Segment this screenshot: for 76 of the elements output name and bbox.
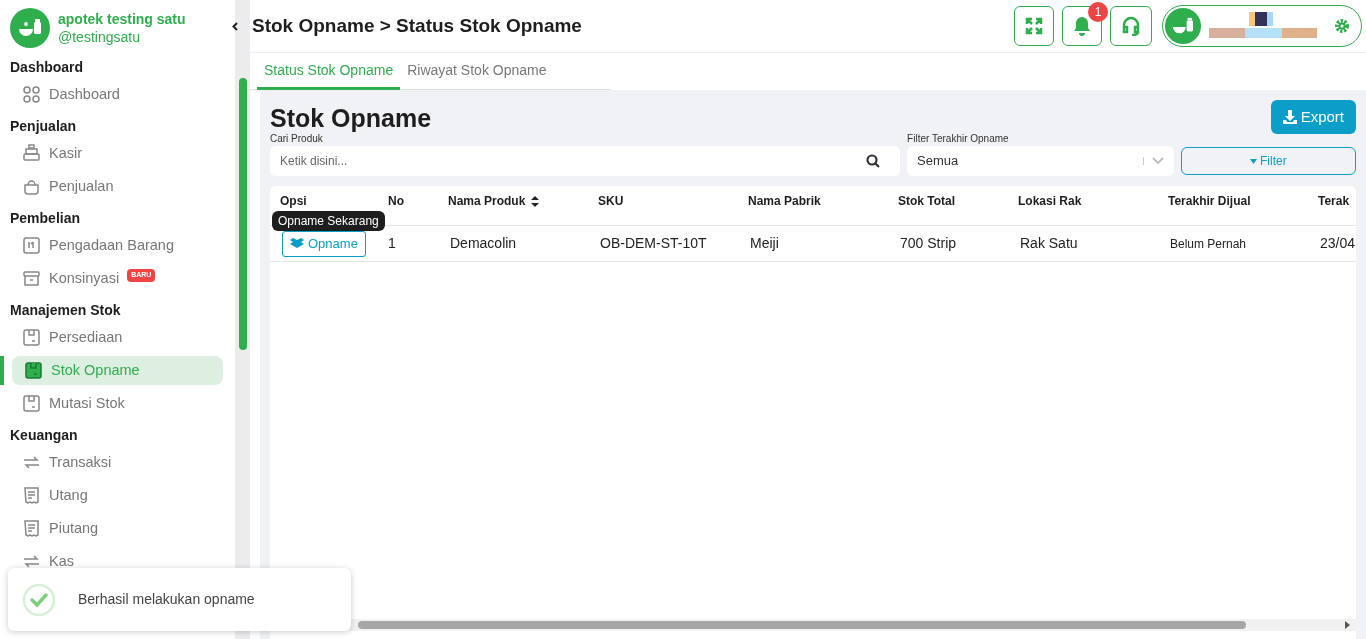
receipt-icon xyxy=(22,519,41,538)
box-icon xyxy=(22,394,41,413)
notification-count: 1 xyxy=(1088,2,1108,22)
nav-item[interactable]: Dashboard xyxy=(10,80,225,109)
column-header: Terak xyxy=(1318,193,1351,210)
table-cell-text: 700 Strip xyxy=(899,234,958,253)
box-icon xyxy=(22,328,41,347)
table-cell-text: Rak Satu xyxy=(1019,234,1079,253)
nav-item[interactable]: Piutang xyxy=(10,514,225,543)
scroll-right-icon[interactable] xyxy=(1345,621,1350,629)
column-header: No xyxy=(388,193,405,210)
page-title: Stok Opname > Status Stok Opname xyxy=(252,13,583,38)
table-cell-text: Belum Pernah xyxy=(1169,235,1248,253)
active-indicator xyxy=(0,356,4,385)
column-header: Nama Produk xyxy=(448,192,598,210)
profile-avatar xyxy=(1165,8,1201,44)
nav-section-title: Penjualan xyxy=(10,117,78,136)
fullscreen-button[interactable] xyxy=(1014,6,1054,46)
table-cell-text: Meiji xyxy=(749,234,780,253)
box-icon xyxy=(24,361,43,380)
opname-button[interactable]: Opname xyxy=(282,230,366,257)
filter-label: Filter Terakhir Opname xyxy=(907,132,1010,146)
grid-icon xyxy=(22,85,41,104)
cash-register-icon xyxy=(22,144,41,163)
column-header: Stok Total xyxy=(898,193,957,210)
nav-section-title: Dashboard xyxy=(10,58,85,77)
nav-item[interactable]: Persediaan xyxy=(10,323,225,352)
archive-icon xyxy=(22,269,41,288)
nav-section-title: Pembelian xyxy=(10,209,82,228)
chevron-down-icon xyxy=(1249,158,1257,164)
collapse-icon[interactable] xyxy=(232,21,238,31)
nav-item[interactable]: Kas xyxy=(10,547,225,576)
toast-message: Berhasil melakukan opname xyxy=(78,590,255,609)
nav-item[interactable]: Pengadaan Barang xyxy=(10,231,225,260)
basket-icon xyxy=(22,177,41,196)
filter-button[interactable]: Filter xyxy=(1180,147,1356,175)
nav-item[interactable]: Mutasi Stok xyxy=(10,389,225,418)
sort-icon[interactable] xyxy=(531,195,540,207)
headset-icon xyxy=(1121,16,1141,36)
support-button[interactable] xyxy=(1110,6,1152,46)
chevron-down-icon xyxy=(1151,157,1164,165)
settings-icon[interactable] xyxy=(1335,19,1349,33)
pharmacy-name: apotek testing satu xyxy=(58,10,186,28)
filter-select[interactable]: Semua xyxy=(907,146,1174,176)
nav-section-title: Manajemen Stok xyxy=(10,301,122,320)
column-header: Lokasi Rak xyxy=(1018,193,1083,210)
column-header: Opsi xyxy=(279,193,308,210)
tab[interactable]: Riwayat Stok Opname xyxy=(400,53,554,90)
column-header: Terakhir Dijual xyxy=(1168,193,1252,210)
download-icon xyxy=(1282,110,1297,124)
scroll-thumb[interactable] xyxy=(238,78,247,350)
column-header: Nama Pabrik xyxy=(748,193,822,210)
search-icon xyxy=(866,154,881,168)
nav-item[interactable]: Kasir xyxy=(10,139,225,168)
section-title: Stok Opname xyxy=(270,103,432,134)
nav-item[interactable]: Penjualan xyxy=(10,172,225,201)
column-header: SKU xyxy=(598,193,625,210)
nav-item[interactable]: Utang xyxy=(10,481,225,510)
receipt-icon xyxy=(22,486,41,505)
check-circle-icon xyxy=(22,582,56,617)
table-cell-text: OB-DEM-ST-10T xyxy=(599,234,708,253)
expand-icon xyxy=(1025,17,1043,35)
bell-icon xyxy=(1073,16,1091,36)
tray-icon xyxy=(22,236,41,255)
export-button[interactable]: Export xyxy=(1270,100,1356,134)
horizontal-scroll-thumb[interactable] xyxy=(358,621,1246,629)
logo-icon xyxy=(10,8,50,48)
table-cell-text: Demacolin xyxy=(449,234,518,253)
nav-item[interactable]: Transaksi xyxy=(10,448,225,477)
pharmacy-handle: @testingsatu xyxy=(58,28,141,46)
tooltip: Opname Sekarang xyxy=(272,210,385,231)
search-label: Cari Produk xyxy=(270,132,324,146)
search-field[interactable]: Ketik disini... xyxy=(270,146,901,176)
table-cell-text: 1 xyxy=(388,234,397,253)
table-cell-text: 23/04 xyxy=(1319,234,1356,253)
nav-section-title: Keuangan xyxy=(10,426,79,445)
